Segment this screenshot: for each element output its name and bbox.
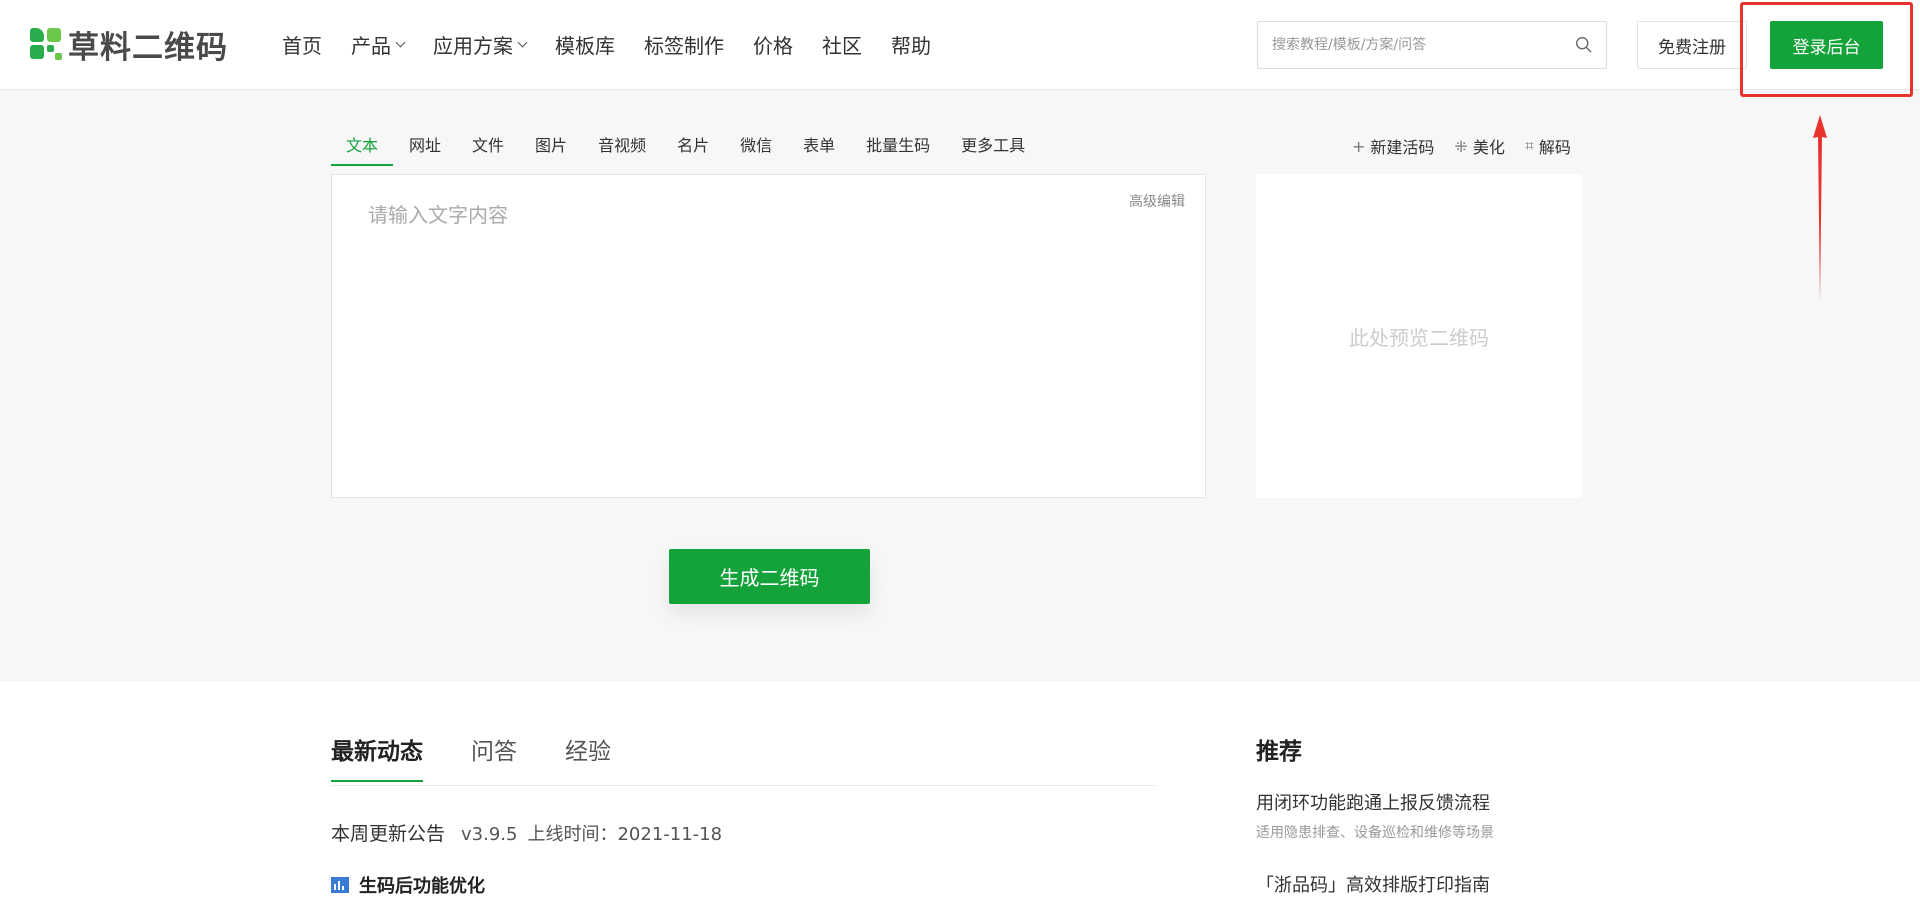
nav-item-solutions[interactable]: 应用方案: [433, 30, 528, 59]
recommend-item-2[interactable]: 「浙品码」高效排版打印指南: [1256, 871, 1490, 897]
nav-item-templates[interactable]: 模板库: [555, 30, 615, 59]
recommend-item-1-subtitle: 适用隐患排查、设备巡检和维修等场景: [1256, 825, 1494, 841]
register-button[interactable]: 免费注册: [1637, 21, 1747, 69]
nav-label: 社区: [822, 34, 862, 58]
nav-label: 标签制作: [644, 34, 724, 58]
news-item-weekly-update[interactable]: 本周更新公告 v3.9.5 上线时间：2021-11-18: [331, 819, 722, 846]
chart-icon: [331, 877, 349, 893]
news-date: 上线时间：2021-11-18: [527, 824, 723, 845]
tab-batch[interactable]: 批量生码: [866, 132, 930, 166]
nav-label: 模板库: [555, 34, 615, 58]
logo-text: 草料二维码: [68, 29, 228, 66]
scan-icon: ⌗: [1524, 136, 1534, 155]
news-divider: [331, 785, 1155, 786]
tab-file[interactable]: 文件: [472, 132, 504, 166]
tab-image[interactable]: 图片: [535, 132, 567, 166]
top-header: 草料二维码 首页 产品 应用方案 模板库 标签制作 价格 社区 帮助 免费注册 …: [0, 0, 1920, 90]
tool-tabs: 文本 网址 文件 图片 音视频 名片 微信 表单 批量生码 更多工具: [331, 132, 1056, 166]
news-title: 生码后功能优化: [359, 876, 485, 897]
tab-more-tools[interactable]: 更多工具: [961, 132, 1025, 166]
recommend-title: 推荐: [1256, 739, 1302, 765]
tab-url[interactable]: 网址: [409, 132, 441, 166]
text-editor: 高级编辑: [331, 174, 1206, 498]
nav-item-products[interactable]: 产品: [351, 30, 406, 59]
right-tool-label: 美化: [1472, 138, 1505, 157]
sparkle-icon: ⁜: [1454, 136, 1468, 156]
tab-form[interactable]: 表单: [803, 132, 835, 166]
news-item-optimization[interactable]: 生码后功能优化: [331, 872, 485, 898]
nav-item-labels[interactable]: 标签制作: [644, 30, 724, 59]
qr-preview-panel: 此处预览二维码: [1256, 174, 1582, 498]
site-logo[interactable]: 草料二维码: [30, 26, 228, 66]
nav-item-pricing[interactable]: 价格: [753, 30, 793, 59]
tab-wechat[interactable]: 微信: [740, 132, 772, 166]
tab-text[interactable]: 文本: [331, 132, 394, 166]
tab-latest-news[interactable]: 最新动态: [331, 732, 423, 782]
advanced-edit-link[interactable]: 高级编辑: [1129, 191, 1185, 211]
right-tools: + 新建活码 ⁜ 美化 ⌗ 解码: [1352, 134, 1571, 158]
nav-label: 帮助: [891, 34, 931, 58]
search-input[interactable]: [1258, 22, 1558, 68]
news-tabs: 最新动态 问答 经验: [331, 732, 659, 782]
tab-business-card[interactable]: 名片: [677, 132, 709, 166]
new-dynamic-code-link[interactable]: + 新建活码: [1352, 134, 1434, 158]
beautify-link[interactable]: ⁜ 美化: [1454, 134, 1504, 158]
right-tool-label: 解码: [1538, 138, 1571, 157]
news-title: 本周更新公告: [331, 823, 446, 845]
main-nav: 首页 产品 应用方案 模板库 标签制作 价格 社区 帮助: [282, 30, 960, 59]
nav-label: 应用方案: [433, 34, 513, 58]
nav-label: 产品: [351, 34, 391, 58]
search-icon[interactable]: [1575, 36, 1592, 53]
plus-icon: +: [1352, 136, 1366, 156]
nav-item-community[interactable]: 社区: [822, 30, 862, 59]
tab-audio-video[interactable]: 音视频: [598, 132, 646, 166]
nav-item-home[interactable]: 首页: [282, 30, 322, 59]
right-tool-label: 新建活码: [1370, 138, 1435, 157]
tab-qa[interactable]: 问答: [471, 732, 517, 782]
annotation-arrow-icon: [1813, 115, 1827, 302]
logo-icon: [30, 28, 62, 60]
news-version: v3.9.5: [461, 824, 518, 845]
nav-label: 首页: [282, 34, 322, 58]
recommend-item-1[interactable]: 用闭环功能跑通上报反馈流程: [1256, 789, 1490, 815]
generate-qr-button[interactable]: 生成二维码: [669, 549, 870, 604]
lower-section: 最新动态 问答 经验 本周更新公告 v3.9.5 上线时间：2021-11-18 生…: [0, 682, 1920, 902]
tab-experience[interactable]: 经验: [565, 732, 611, 782]
nav-item-help[interactable]: 帮助: [891, 30, 931, 59]
annotation-highlight-box: [1740, 2, 1913, 97]
decode-link[interactable]: ⌗ 解码: [1525, 134, 1571, 158]
text-content-input[interactable]: [332, 175, 1205, 497]
chevron-down-icon: [517, 37, 528, 48]
search-box: [1257, 21, 1607, 69]
chevron-down-icon: [395, 37, 406, 48]
nav-label: 价格: [753, 34, 793, 58]
preview-placeholder: 此处预览二维码: [1349, 325, 1489, 350]
